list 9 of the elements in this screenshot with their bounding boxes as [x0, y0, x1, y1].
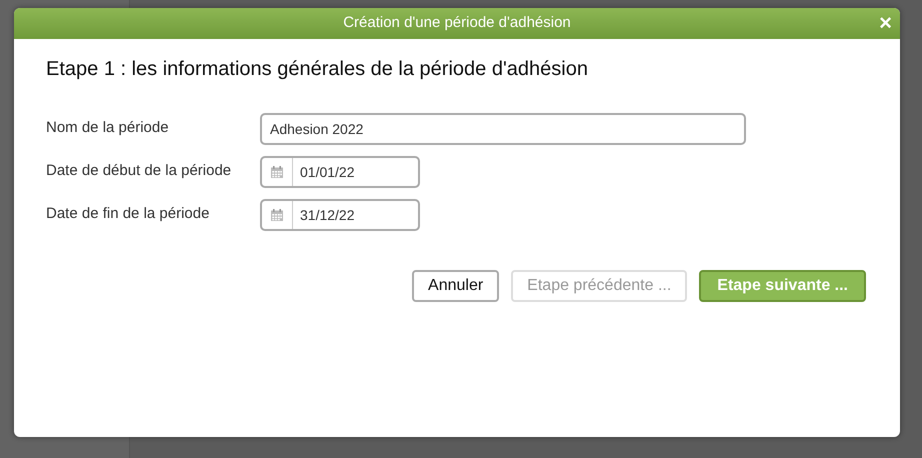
- field-label: Date de début de la période: [46, 161, 232, 182]
- field-label: Nom de la période: [46, 118, 170, 138]
- date-field[interactable]: 01/01/22: [260, 156, 420, 188]
- step-heading: Etape 1 : les informations générales de la période d'adhésion: [46, 57, 589, 81]
- field-label: Date de fin de la période: [46, 204, 210, 224]
- dialog-title: Création d'une période d'adhésion: [343, 13, 571, 34]
- cancel-button[interactable]: Annuler: [412, 270, 500, 302]
- date-field[interactable]: 31/12/22: [260, 198, 420, 230]
- text-field[interactable]: Adhesion 2022: [260, 112, 746, 144]
